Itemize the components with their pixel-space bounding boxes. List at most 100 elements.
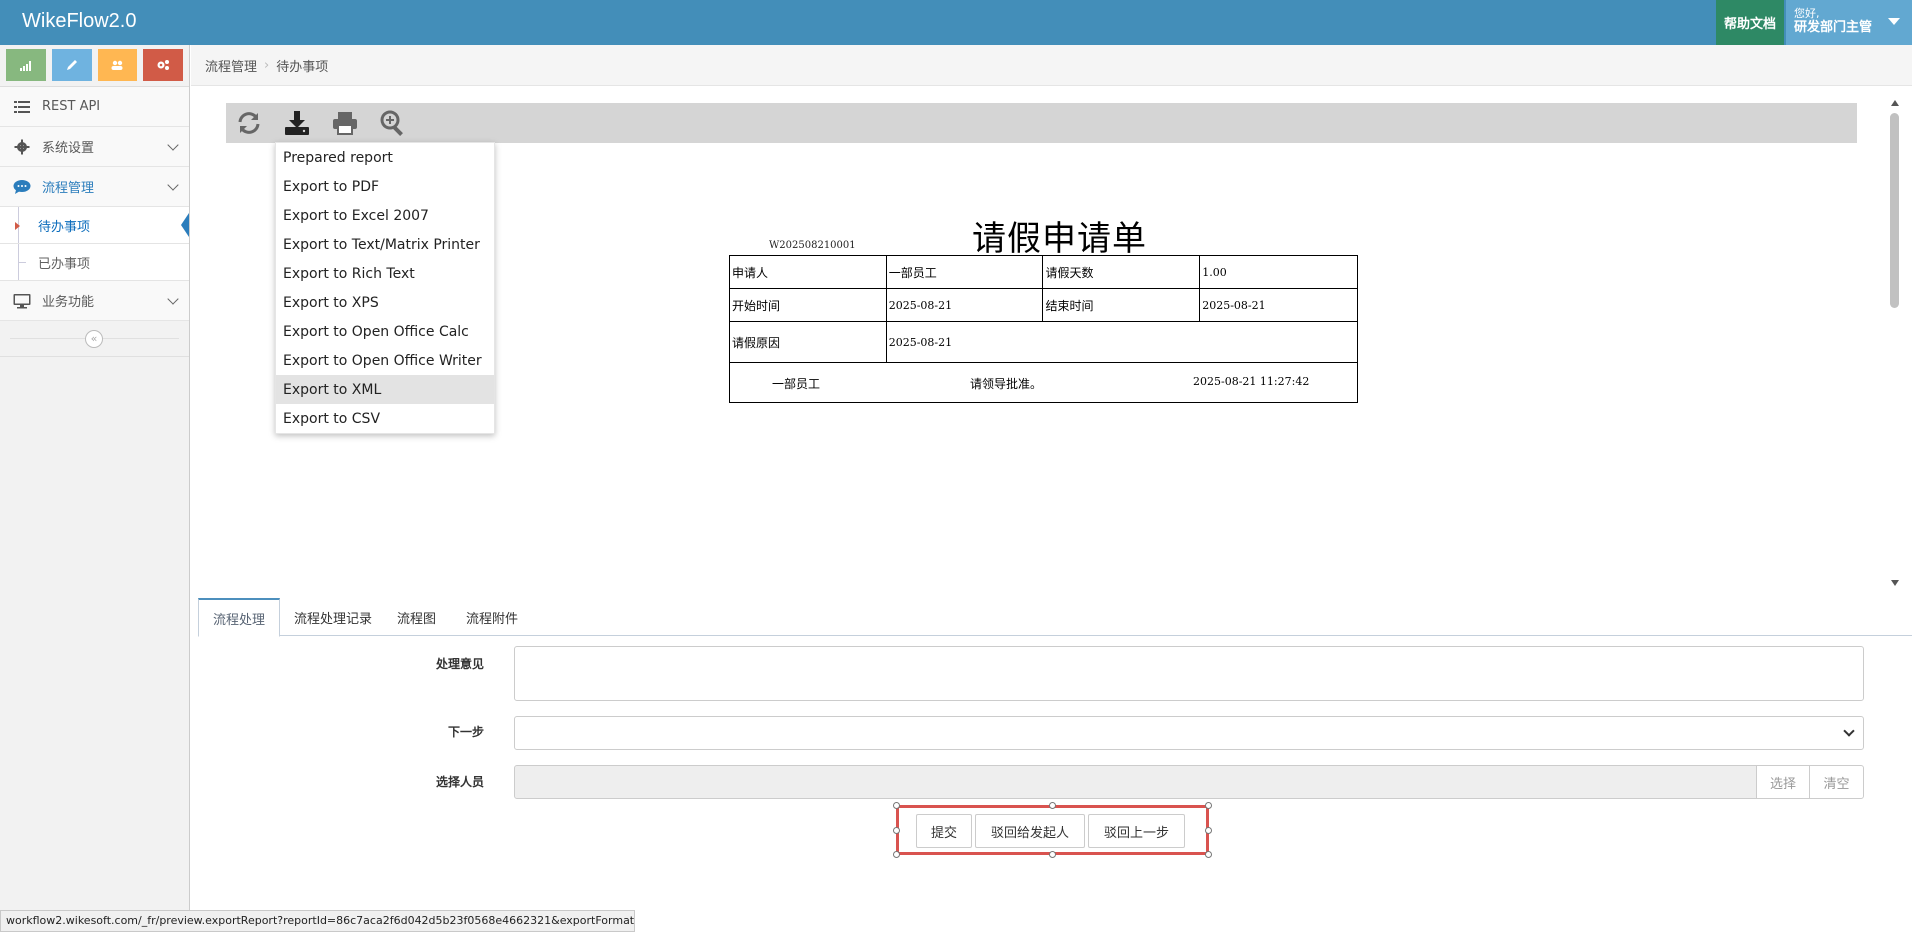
menu-item-export-csv[interactable]: Export to CSV xyxy=(276,404,494,433)
opinion-label: 处理意见 xyxy=(435,657,484,671)
chevron-down-icon xyxy=(167,293,179,305)
scroll-down-arrow-icon[interactable] xyxy=(1891,580,1899,586)
tree-dash xyxy=(18,262,26,263)
shortcut-edit-button[interactable] xyxy=(51,49,92,81)
print-icon xyxy=(333,112,357,135)
caret-right-icon xyxy=(15,222,20,230)
breadcrumb-item-current: 待办事项 xyxy=(276,59,329,75)
report-toolbar xyxy=(226,103,1857,143)
shortcut-signal-button[interactable] xyxy=(6,49,46,81)
resize-handle[interactable] xyxy=(893,802,900,809)
cogs-icon xyxy=(157,60,170,70)
sidebar-item-label: 业务功能 xyxy=(42,295,95,310)
table-row: 一部员工 请领导批准。 2025-08-21 11:27:42 xyxy=(729,362,1358,403)
export-button[interactable] xyxy=(282,108,312,138)
zoom-button[interactable] xyxy=(378,108,408,138)
sidebar-item-done[interactable]: 已办事项 xyxy=(0,244,189,281)
refresh-icon xyxy=(238,112,260,134)
select-people-button[interactable]: 选择 xyxy=(1756,765,1810,799)
opinion-textarea[interactable] xyxy=(514,646,1864,701)
tab-process-records[interactable]: 流程处理记录 xyxy=(280,598,386,636)
sidebar-item-label: 已办事项 xyxy=(38,256,91,272)
shortcut-settings-button[interactable] xyxy=(143,49,183,81)
refresh-button[interactable] xyxy=(234,108,264,138)
menu-item-export-oo-writer[interactable]: Export to Open Office Writer xyxy=(276,346,494,375)
sidebar-item-todo[interactable]: 待办事项 xyxy=(0,207,189,244)
resize-handle[interactable] xyxy=(893,851,900,858)
reject-to-initiator-button[interactable]: 驳回给发起人 xyxy=(975,814,1085,848)
pencil-icon xyxy=(66,60,77,70)
menu-item-export-oo-calc[interactable]: Export to Open Office Calc xyxy=(276,317,494,346)
process-tabs: 流程处理 流程处理记录 流程图 流程附件 xyxy=(198,598,1912,637)
label-cell: 开始时间 xyxy=(729,288,887,322)
sidebar-item-process-management[interactable]: 流程管理 xyxy=(0,167,189,207)
caret-down-icon xyxy=(1888,18,1900,25)
chevron-down-icon xyxy=(1843,725,1855,737)
user-menu[interactable]: 您好, 研发部门主管 xyxy=(1786,0,1912,45)
sign-note: 请领导批准。 xyxy=(970,377,1043,391)
report-scrollbar[interactable] xyxy=(1888,98,1902,588)
resize-handle[interactable] xyxy=(1205,802,1212,809)
people-label: 选择人员 xyxy=(435,775,484,789)
active-indicator xyxy=(181,213,189,237)
tab-process-attachments[interactable]: 流程附件 xyxy=(452,598,532,636)
scroll-up-arrow-icon[interactable] xyxy=(1891,100,1899,106)
menu-item-export-pdf[interactable]: Export to PDF xyxy=(276,172,494,201)
chat-icon xyxy=(12,177,32,197)
users-icon xyxy=(111,60,123,70)
breadcrumb-separator: › xyxy=(264,57,270,73)
breadcrumb: 流程管理 › 待办事项 xyxy=(191,45,1912,86)
sidebar-collapse-bar: « xyxy=(0,321,189,357)
shortcut-users-button[interactable] xyxy=(97,49,138,81)
breadcrumb-item[interactable]: 流程管理 xyxy=(205,56,257,75)
menu-item-export-text[interactable]: Export to Text/Matrix Printer xyxy=(276,230,494,259)
print-button[interactable] xyxy=(330,108,360,138)
resize-handle[interactable] xyxy=(1049,851,1056,858)
menu-item-export-xml[interactable]: Export to XML xyxy=(276,375,494,404)
menu-item-export-excel[interactable]: Export to Excel 2007 xyxy=(276,201,494,230)
reject-previous-button[interactable]: 驳回上一步 xyxy=(1088,814,1185,848)
scroll-thumb[interactable] xyxy=(1890,113,1899,308)
help-docs-button[interactable]: 帮助文档 xyxy=(1716,0,1784,45)
sidebar: REST API 系统设置 流程管理 待办事项 已办事项 业务功能 « xyxy=(0,45,190,932)
menu-item-export-rtf[interactable]: Export to Rich Text xyxy=(276,259,494,288)
tab-process-diagram[interactable]: 流程图 xyxy=(383,598,450,636)
value-cell: 2025-08-21 xyxy=(885,288,1044,322)
signature-cell: 一部员工 请领导批准。 2025-08-21 11:27:42 xyxy=(729,362,1358,403)
submit-button[interactable]: 提交 xyxy=(916,814,972,848)
desktop-icon xyxy=(12,291,32,311)
sidebar-item-system-settings[interactable]: 系统设置 xyxy=(0,127,189,167)
value-cell: 2025-08-21 xyxy=(885,321,1359,363)
top-navbar: WikeFlow2.0 帮助文档 您好, 研发部门主管 xyxy=(0,0,1912,45)
value-cell: 1.00 xyxy=(1199,255,1358,289)
table-row: 请假原因 2025-08-21 xyxy=(729,321,1359,363)
sidebar-item-label: 待办事项 xyxy=(38,219,91,235)
clear-people-button[interactable]: 清空 xyxy=(1809,765,1864,799)
report-table: 申请人 一部员工 请假天数 1.00 开始时间 2025-08-21 结束时间 … xyxy=(729,255,1359,403)
list-icon xyxy=(12,97,32,117)
sidebar-item-rest-api[interactable]: REST API xyxy=(0,87,189,127)
app-title[interactable]: WikeFlow2.0 xyxy=(22,10,136,33)
people-input xyxy=(514,765,1757,799)
signer-name: 一部员工 xyxy=(772,377,821,391)
menu-item-export-xps[interactable]: Export to XPS xyxy=(276,288,494,317)
sidebar-item-business[interactable]: 业务功能 xyxy=(0,281,189,321)
sign-time: 2025-08-21 11:27:42 xyxy=(1193,375,1310,388)
resize-handle[interactable] xyxy=(893,827,900,834)
double-chevron-left-icon[interactable]: « xyxy=(85,330,103,348)
signal-icon xyxy=(19,61,31,71)
shortcut-bar xyxy=(0,45,189,87)
chevron-down-icon xyxy=(167,179,179,191)
resize-handle[interactable] xyxy=(1205,851,1212,858)
resize-handle[interactable] xyxy=(1205,827,1212,834)
report-number: W202508210001 xyxy=(769,240,856,251)
next-step-select[interactable] xyxy=(514,716,1864,750)
label-cell: 申请人 xyxy=(729,255,887,289)
menu-item-prepared-report[interactable]: Prepared report xyxy=(276,143,494,172)
sidebar-item-label: 流程管理 xyxy=(42,181,95,196)
sidebar-item-label: REST API xyxy=(42,99,101,114)
download-icon xyxy=(285,111,309,135)
tab-process-handle[interactable]: 流程处理 xyxy=(198,598,281,637)
report-title: 请假申请单 xyxy=(972,219,1147,259)
resize-handle[interactable] xyxy=(1049,802,1056,809)
